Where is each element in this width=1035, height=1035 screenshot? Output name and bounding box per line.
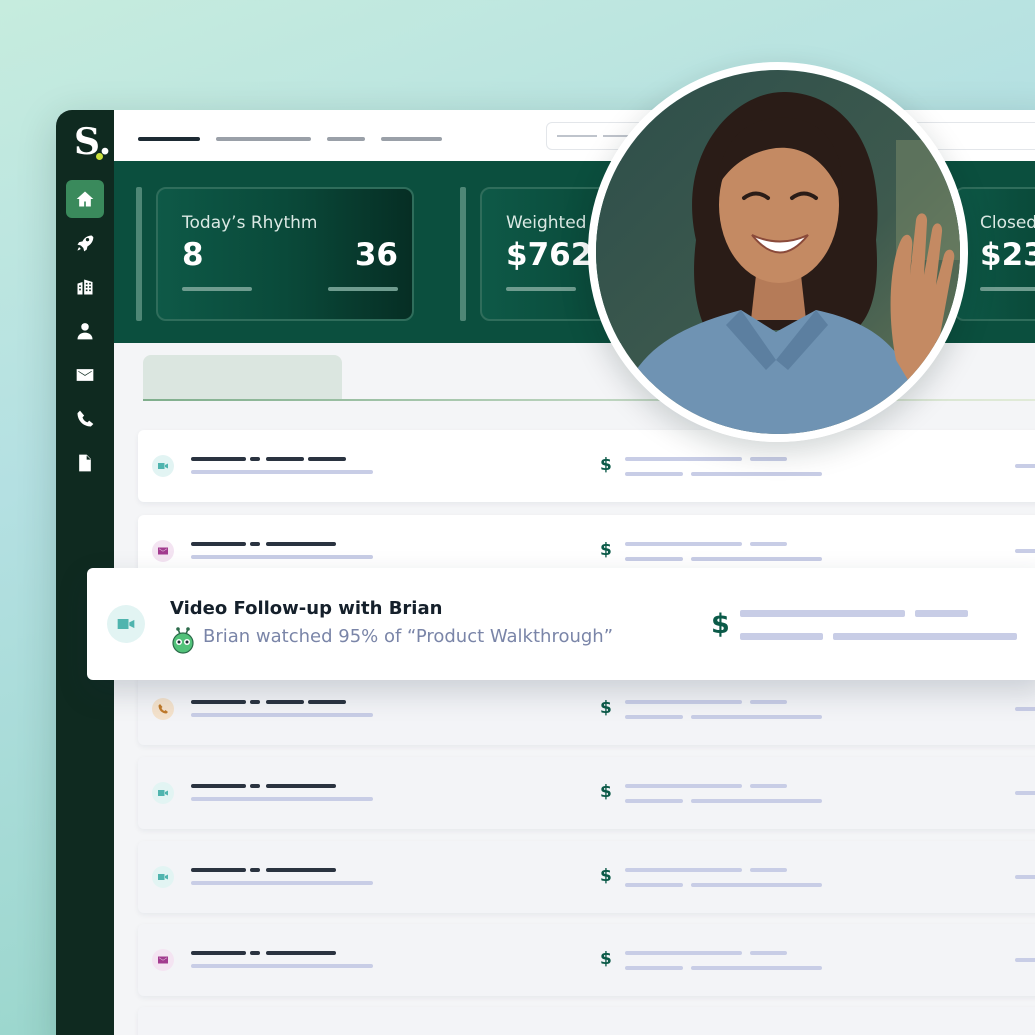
stat-value-right: 36 (354, 237, 398, 273)
activity-title: Video Follow-up with Brian (170, 598, 443, 619)
activity-subtitle: Brian watched 95% of “Product Walkthroug… (203, 626, 614, 647)
placeholder-line (740, 610, 905, 617)
table-row[interactable]: $ (138, 430, 1035, 502)
person-photo-illustration (596, 70, 960, 434)
building-icon (77, 279, 93, 295)
table-row[interactable] (138, 1007, 1035, 1035)
placeholder-line (740, 633, 823, 640)
document-icon (79, 454, 91, 472)
home-icon (76, 191, 94, 207)
sidebar-item-documents[interactable] (66, 444, 104, 482)
stat-progress (328, 287, 398, 291)
video-camera-icon (107, 605, 145, 643)
logo-text: S. (74, 121, 112, 163)
stats-divider (460, 187, 466, 321)
amount-dollar-icon: $ (600, 866, 612, 886)
phone-icon (77, 410, 94, 427)
stat-value: $762 (506, 237, 593, 273)
sidebar-item-companies[interactable] (66, 268, 104, 306)
sidebar-item-calls[interactable] (66, 400, 104, 438)
stat-progress (182, 287, 252, 291)
stat-progress (980, 287, 1035, 291)
sidebar-item-contacts[interactable] (66, 312, 104, 350)
video-camera-icon (152, 782, 174, 804)
amount-dollar-icon: $ (600, 540, 612, 560)
logo-dot (96, 153, 103, 160)
amount-dollar-icon: $ (600, 698, 612, 718)
search-placeholder-line (557, 135, 597, 137)
tab-underline (143, 399, 1035, 401)
sidebar-item-rocket[interactable] (66, 224, 104, 262)
person-icon (77, 323, 93, 340)
stat-card-rhythm[interactable]: Today’s Rhythm 8 36 (156, 187, 414, 321)
video-camera-icon (152, 866, 174, 888)
topnav-item[interactable] (381, 137, 442, 141)
video-camera-icon (152, 455, 174, 477)
tab-active[interactable] (143, 355, 342, 401)
topnav-item[interactable] (216, 137, 311, 141)
rocket-icon (77, 235, 94, 252)
stats-divider (136, 187, 142, 321)
sidebar-item-email[interactable] (66, 356, 104, 394)
phone-icon (152, 698, 174, 720)
highlighted-activity-card[interactable]: Video Follow-up with Brian Brian watched… (87, 568, 1035, 680)
robot-icon (172, 627, 194, 654)
amount-dollar-icon: $ (600, 782, 612, 802)
topnav-item[interactable] (327, 137, 365, 141)
table-row[interactable]: $ (138, 757, 1035, 829)
envelope-icon (152, 949, 174, 971)
topnav-item-active[interactable] (138, 137, 200, 141)
amount-dollar-icon: $ (600, 949, 612, 969)
table-row[interactable]: $ (138, 841, 1035, 913)
stat-label: Today’s Rhythm (182, 213, 318, 233)
envelope-icon (76, 369, 94, 381)
table-row[interactable]: $ (138, 924, 1035, 996)
stat-label: Closed (980, 213, 1035, 233)
amount-dollar-icon: $ (600, 455, 612, 475)
placeholder-line (915, 610, 968, 617)
stat-value-left: 8 (182, 237, 204, 273)
table-row[interactable]: $ (138, 673, 1035, 745)
sidebar-item-home[interactable] (66, 180, 104, 218)
stat-value: $23 (980, 237, 1035, 273)
placeholder-line (833, 633, 1017, 640)
amount-dollar-icon: $ (711, 609, 730, 640)
stat-progress (506, 287, 576, 291)
envelope-icon (152, 540, 174, 562)
stat-label: Weighted (506, 213, 587, 233)
person-photo (588, 62, 968, 442)
